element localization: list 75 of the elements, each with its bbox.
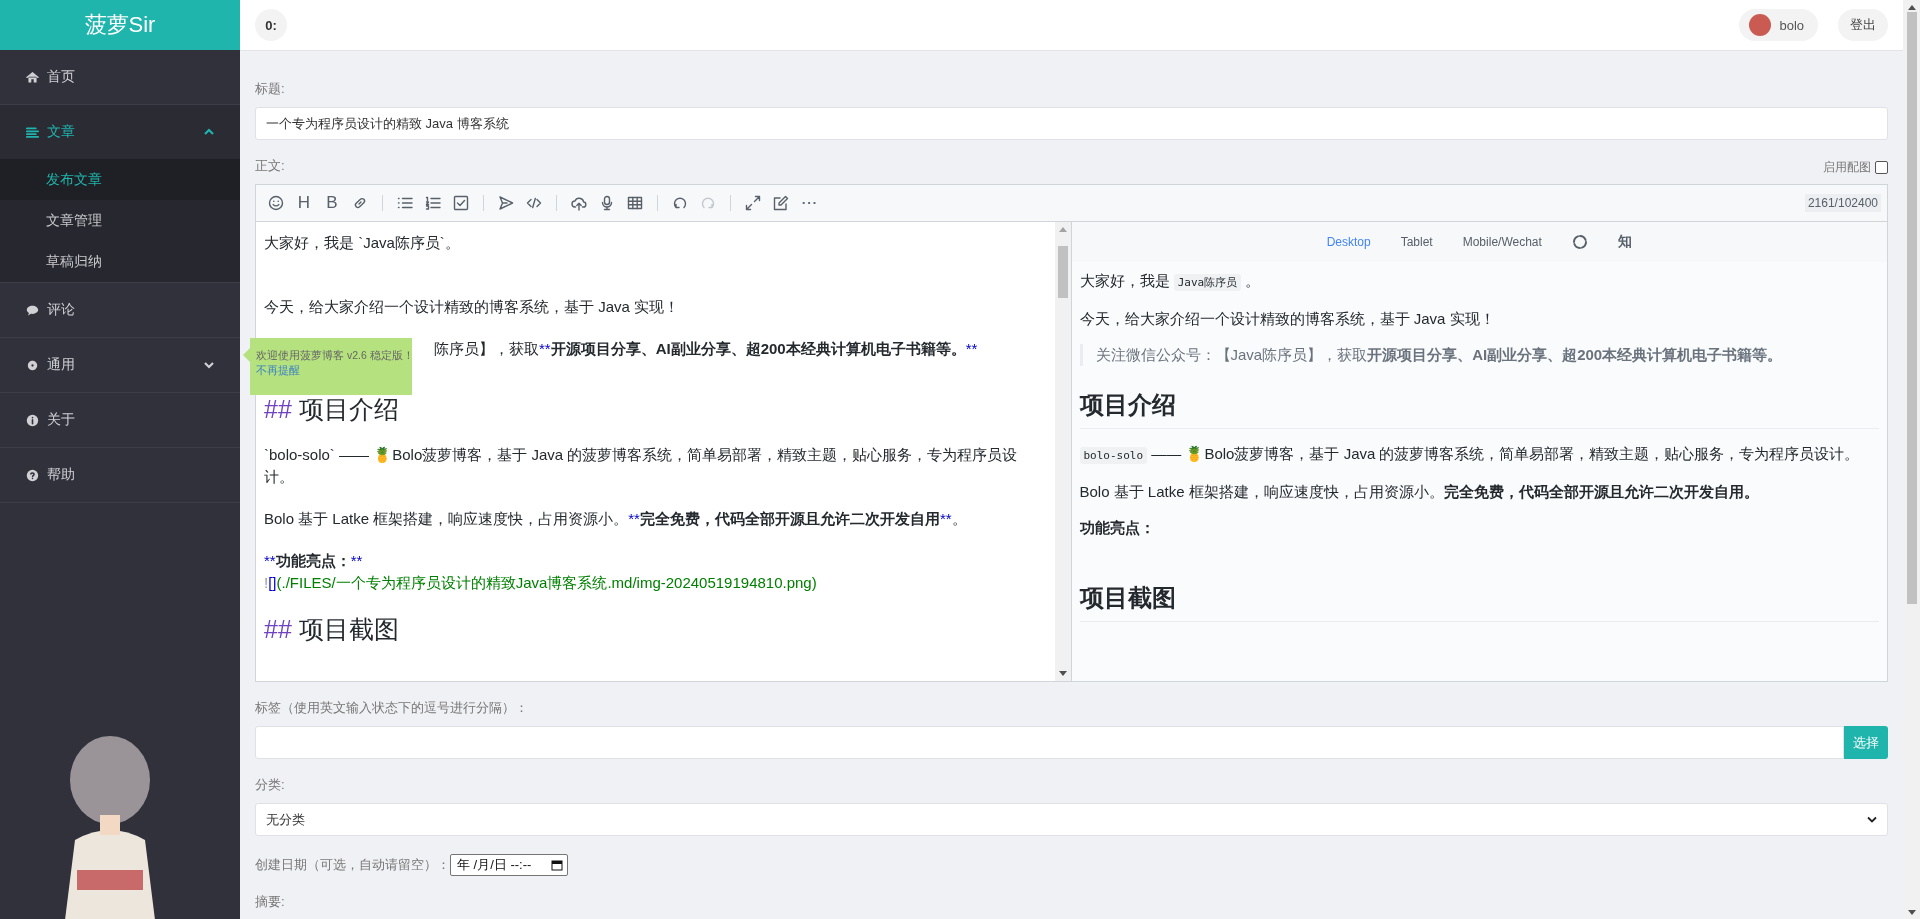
preview-blockquote: 关注微信公众号：【Java陈序员】，获取开源项目分享、AI副业分享、超200本经典计算机电子书籍等。: [1079, 344, 1879, 366]
preview-heading: 项目截图: [1079, 583, 1879, 622]
toolbar-button[interactable]: B: [318, 191, 346, 215]
preview-paragraph: Bolo 基于 Latke 框架搭建，响应速度快，占用资源小。完全免费，代码全部开源且允许二次开发自用。: [1079, 482, 1760, 502]
numbered-list-icon: [425, 195, 441, 211]
preview-tab[interactable]: Tablet: [1400, 235, 1433, 249]
preview-tab[interactable]: Mobile/Wechat: [1462, 235, 1542, 249]
smiley-icon: [268, 195, 284, 211]
sidebar-subitem[interactable]: 发布文章: [0, 159, 240, 200]
undo-icon: [672, 195, 688, 211]
preview-heading: 项目介绍: [1079, 390, 1879, 429]
markdown-line: 今天，给大家介绍一个设计精致的博客系统，基于 Java 实现！: [264, 297, 681, 317]
more-icon: [802, 201, 816, 205]
arrow-down-icon[interactable]: [1907, 910, 1916, 916]
expand-icon: [745, 195, 761, 211]
arrow-up-icon[interactable]: [1907, 4, 1916, 10]
logout-button[interactable]: 登出: [1838, 9, 1888, 41]
caret-icon: [204, 128, 214, 136]
tags-input[interactable]: [255, 726, 1844, 759]
markdown-line: **功能亮点：**: [264, 551, 364, 571]
markdown-heading: ## 项目截图: [264, 614, 400, 644]
info-icon: [26, 413, 39, 427]
sidebar-item[interactable]: 文章: [0, 105, 240, 159]
microphone-icon: [599, 195, 615, 211]
calendar-icon[interactable]: [551, 859, 564, 871]
scrollbar-thumb[interactable]: [1906, 12, 1917, 604]
preview-paragraph: bolo-solo —— 🍍Bolo菠萝博客，基于 Java 的菠萝博客系统，简单易部署，精致主题，贴心服务，专为程序员设计。: [1079, 443, 1879, 467]
link-icon: [352, 195, 368, 211]
checkbox-label: 启用配图: [1823, 159, 1871, 176]
arrow-down-icon[interactable]: [1058, 671, 1067, 677]
gear-icon: [26, 358, 39, 372]
preview-paragraph: 今天，给大家介绍一个设计精致的博客系统，基于 Java 实现！: [1079, 309, 1496, 329]
checkbox-icon: [453, 195, 469, 211]
field-label: 标题:: [255, 81, 286, 97]
field-label: 分类:: [255, 777, 286, 793]
speech-bubble-icon: [26, 303, 39, 317]
home-icon: [26, 70, 39, 84]
scrollbar-thumb[interactable]: [1057, 246, 1068, 298]
markdown-heading: ## 项目介绍: [264, 394, 400, 424]
sidebar-subitem[interactable]: 文章管理: [0, 200, 240, 241]
user-menu[interactable]: bolo: [1739, 9, 1818, 41]
checkbox[interactable]: [1875, 161, 1888, 174]
preview-tab[interactable]: 知: [1617, 233, 1632, 251]
markdown-line: 陈序员】，获取**开源项目分享、AI副业分享、超200本经典计算机电子书籍等。**: [434, 339, 979, 359]
field-label: 标签（使用英文输入状态下的逗号进行分隔）：: [255, 700, 529, 716]
table-icon: [627, 195, 643, 211]
chevron-down-icon: [1867, 816, 1877, 823]
field-label: 创建日期（可选，自动请留空）：: [255, 857, 450, 873]
bullet-list-icon: [397, 195, 413, 211]
edit-icon: [773, 195, 789, 211]
field-label: 正文:: [255, 158, 285, 174]
cloud-upload-icon: [571, 195, 587, 211]
notification-badge[interactable]: 0:: [255, 9, 287, 41]
help-icon: [26, 468, 39, 482]
title-input[interactable]: 一个专为程序员设计的精致 Java 博客系统: [255, 107, 1888, 140]
send-icon: [498, 195, 514, 211]
field-label: 摘要:: [255, 894, 286, 910]
markdown-line: `bolo-solo` —— 🍍Bolo菠萝博客，基于 Java 的菠萝博客系统，简单易部署，精致主题，贴心服务，专为程序员设计。: [264, 445, 1019, 487]
scrollbar[interactable]: [1054, 222, 1071, 681]
preview-paragraph: 大家好，我是 Java陈序员 。: [1079, 271, 1262, 293]
toolbar-button[interactable]: H: [290, 191, 318, 215]
list-icon: [26, 125, 39, 139]
sidebar-subitem[interactable]: 草稿归纳: [0, 241, 240, 282]
code-icon: [526, 195, 542, 211]
preview-paragraph: 功能亮点：: [1079, 518, 1156, 538]
character-counter: 2161/102400: [1804, 194, 1881, 212]
redo-icon: [700, 195, 716, 211]
scrollbar[interactable]: [1903, 0, 1920, 919]
avatar: [1749, 14, 1772, 36]
markdown-line: ![](./FILES/一个专为程序员设计的精致Java博客系统.md/img-20240519194810.png): [264, 573, 818, 593]
caret-icon: [204, 361, 214, 369]
date-input[interactable]: 年 /月/日 --:--: [450, 854, 569, 876]
markdown-line: Bolo 基于 Latke 框架搭建，响应速度快，占用资源小。**完全免费，代码全部开源且允许二次开发自用**。: [264, 509, 968, 529]
markdown-line: 大家好，我是 `Java陈序员`。: [264, 233, 461, 253]
category-select[interactable]: 无分类: [255, 803, 1888, 836]
